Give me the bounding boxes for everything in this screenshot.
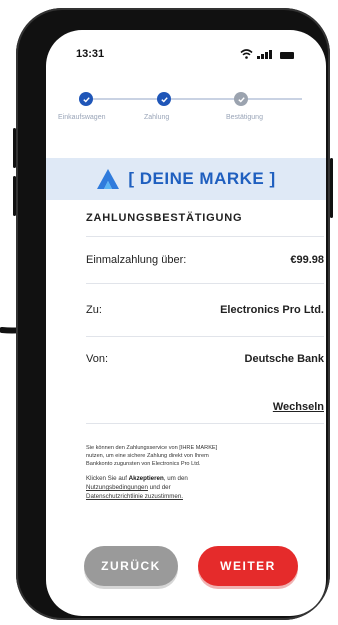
accept-keyword: Akzeptieren (128, 475, 164, 482)
sender-row: Von: Deutsche Bank (86, 337, 324, 403)
status-time: 13:31 (76, 48, 105, 60)
step-2-check-icon (157, 92, 171, 106)
consent-text: Klicken Sie auf Akzeptieren, um den Nutz… (86, 475, 188, 500)
brand-logo-icon (97, 169, 120, 189)
next-button[interactable]: WEITER (198, 546, 298, 586)
status-bar: 13:31 (46, 48, 326, 64)
step-label-payment: Zahlung (144, 114, 170, 121)
back-button[interactable]: ZURÜCK (84, 546, 178, 586)
brand-name: [ DEINE MARKE ] (128, 169, 276, 188)
phone-frame: 13:31 Einkaufswagen Zahlung Bestätigung … (13, 8, 333, 620)
service-info-text: Sie können den Zahlungsservice von [IHRE… (86, 445, 218, 467)
recipient-value: Electronics Pro Ltd. (220, 304, 324, 316)
phone-screen: 13:31 Einkaufswagen Zahlung Bestätigung … (46, 30, 326, 616)
battery-icon (280, 52, 294, 59)
payment-confirmation: ZAHLUNGSBESTÄTIGUNG Einmalzahlung über: … (86, 212, 324, 501)
sender-label: Von: (86, 353, 109, 365)
volume-button (13, 176, 16, 216)
brand-header: [ DEINE MARKE ] (46, 158, 326, 200)
step-1-check-icon (79, 92, 93, 106)
amount-row: Einmalzahlung über: €99.98 (86, 237, 324, 284)
step-label-confirmation: Bestätigung (226, 114, 263, 121)
amount-label: Einmalzahlung über: (86, 254, 187, 266)
wifi-icon (240, 49, 253, 59)
terms-link[interactable]: Nutzungsbedingungen (86, 484, 148, 491)
step-label-cart: Einkaufswagen (58, 114, 106, 121)
change-bank-link[interactable]: Wechseln (86, 401, 324, 424)
recipient-row: Zu: Electronics Pro Ltd. (86, 284, 324, 337)
amount-value: €99.98 (290, 254, 324, 266)
recipient-label: Zu: (86, 304, 102, 316)
page-title: ZAHLUNGSBESTÄTIGUNG (86, 212, 324, 237)
signal-icon (257, 50, 273, 59)
power-button (330, 158, 333, 218)
sender-value: Deutsche Bank (244, 353, 324, 365)
privacy-link[interactable]: Datenschutzrichtlinie zuzustimmen. (86, 493, 183, 500)
step-3-check-icon (234, 92, 248, 106)
volume-button (13, 128, 16, 168)
